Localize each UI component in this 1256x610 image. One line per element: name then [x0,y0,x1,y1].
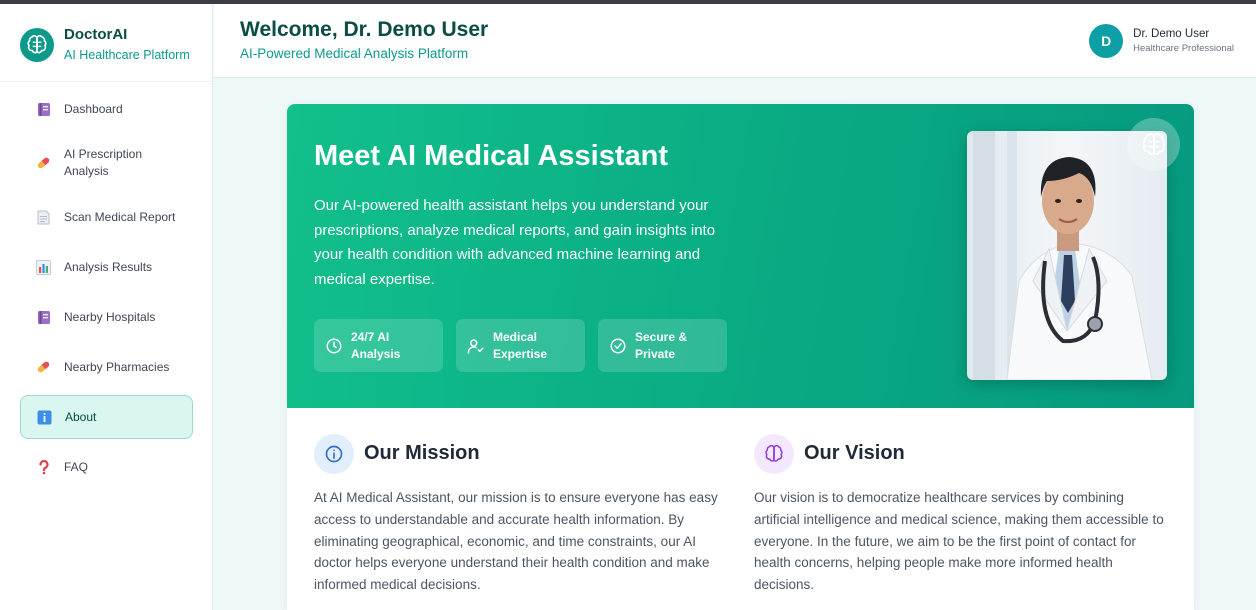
pill-icon [36,156,51,171]
user-check-icon [467,337,485,355]
feature-pill-medical-expertise[interactable]: Medical Expertise [456,319,585,372]
bar-chart-icon [36,259,51,275]
hero-title: Meet AI Medical Assistant [314,140,669,172]
sidebar-item-nearby-pharmacies[interactable]: Nearby Pharmacies [20,345,193,389]
sidebar: DoctorAI AI Healthcare Platform Dashboar… [0,4,213,610]
header: Welcome, Dr. Demo User AI-Powered Medica… [214,4,1256,78]
info-icon [37,410,52,425]
brain-icon [1127,118,1180,171]
vision-title: Our Vision [804,442,905,464]
sidebar-item-ai-prescription-analysis[interactable]: AI Prescription Analysis [20,137,193,189]
book-icon [36,102,51,117]
doctor-photo [967,131,1167,380]
page-title: Welcome, Dr. Demo User [240,18,489,41]
feature-label: 24/7 AI Analysis [351,329,401,361]
sidebar-nav: Dashboard AI Prescription Analysis Scan … [20,87,193,495]
page-subtitle: AI-Powered Medical Analysis Platform [240,46,469,61]
vision-text: Our vision is to democratize healthcare … [754,490,1164,593]
brand-subtitle: AI Healthcare Platform [64,48,190,62]
sidebar-item-label: AI Prescription Analysis [64,147,143,178]
mission-title: Our Mission [364,442,480,464]
hero-description: Our AI-powered health assistant helps yo… [314,197,716,288]
sidebar-item-nearby-hospitals[interactable]: Nearby Hospitals [20,295,193,339]
sidebar-item-dashboard[interactable]: Dashboard [20,87,193,131]
sidebar-item-analysis-results[interactable]: Analysis Results [20,245,193,289]
sidebar-item-label: Analysis Results [64,259,153,274]
user-name: Dr. Demo User [1133,27,1210,40]
brand[interactable]: DoctorAI AI Healthcare Platform [20,26,190,64]
document-icon [36,210,51,225]
user-role: Healthcare Professional [1133,42,1234,54]
brand-name: DoctorAI [64,26,128,43]
sidebar-item-label: Scan Medical Report [64,209,176,224]
avatar[interactable]: D [1089,24,1124,58]
clock-icon [325,337,343,355]
sidebar-item-label: Dashboard [64,101,123,116]
feature-label: Secure & Private [635,329,688,361]
sidebar-item-about[interactable]: About [20,395,193,439]
check-circle-icon [609,337,627,355]
feature-label: Medical Expertise [493,329,548,361]
sidebar-item-faq[interactable]: FAQ [20,445,193,489]
hero-banner: Meet AI Medical Assistant Our AI-powered… [287,104,1194,408]
user-profile[interactable]: D Dr. Demo User Healthcare Professional [1089,24,1234,58]
sidebar-item-label: Nearby Hospitals [64,309,156,324]
divider [0,81,212,82]
about-card: Meet AI Medical Assistant Our AI-powered… [287,104,1194,610]
sidebar-item-scan-medical-report[interactable]: Scan Medical Report [20,195,193,239]
brain-icon [20,28,54,62]
question-icon [36,459,51,475]
book-icon [36,310,51,325]
feature-pill-ai-analysis[interactable]: 24/7 AI Analysis [314,319,443,372]
pill-icon [36,360,51,375]
sidebar-item-label: FAQ [64,459,89,474]
sidebar-item-label: Nearby Pharmacies [64,359,170,374]
feature-pill-secure-private[interactable]: Secure & Private [598,319,727,372]
mission-text: At AI Medical Assistant, our mission is … [314,490,718,593]
sidebar-item-label: About [65,409,97,424]
brain-icon [754,434,794,474]
info-circle-icon [314,434,354,474]
